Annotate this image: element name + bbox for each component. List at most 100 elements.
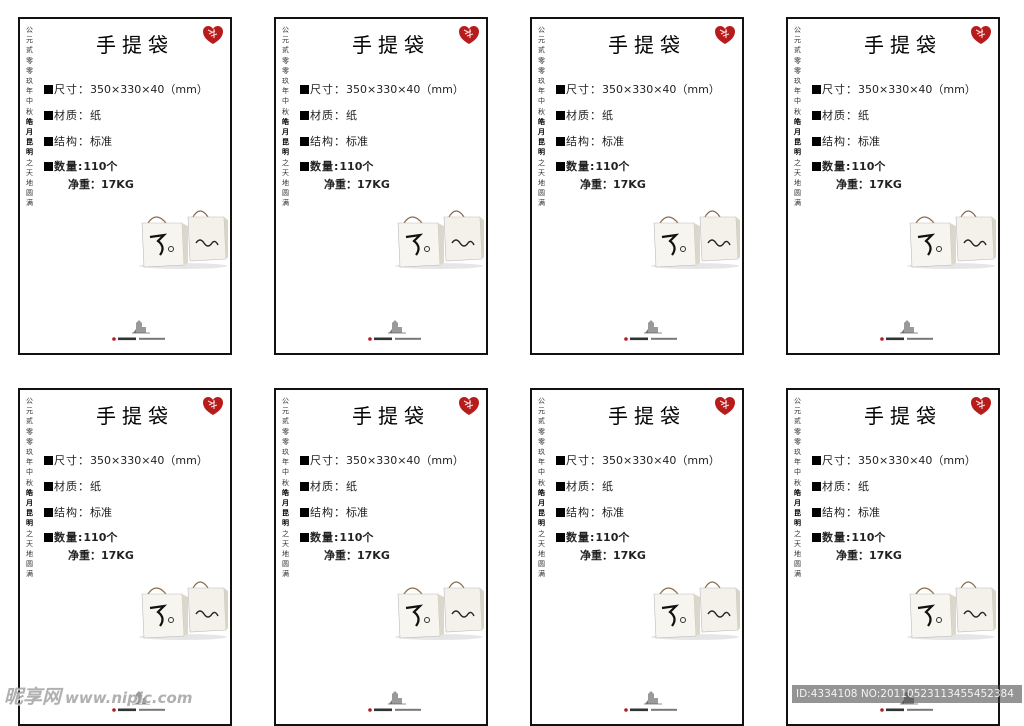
bullet-square-icon: [812, 482, 821, 491]
bullet-square-icon: [44, 456, 53, 465]
vertical-caption-bold: 皓月昆明: [538, 487, 545, 528]
bullet-square-icon: [300, 456, 309, 465]
spec-material: 材质：纸: [44, 478, 101, 494]
vertical-caption-2: 之天地圆满: [26, 529, 33, 579]
spec-size: 尺寸：350×330×40（mm）: [812, 81, 976, 97]
watermark-id: ID:4334108 NO:20110523113455452384: [792, 685, 1022, 703]
bullet-square-icon: [300, 111, 309, 120]
vertical-caption-2: 之天地圆满: [282, 158, 289, 208]
spec-weight: 净重：17KG: [324, 178, 390, 191]
spec-quantity: 数量:110个: [300, 158, 373, 174]
spec-weight: 净重：17KG: [68, 178, 134, 191]
card-title: 手提袋: [352, 404, 430, 428]
card-title: 手提袋: [352, 33, 430, 57]
vertical-caption: 公元贰零零玖年中秋皓月昆明之天地圆满: [282, 396, 292, 580]
hotel-logo-icon: [880, 320, 933, 341]
spec-size: 尺寸：350×330×40（mm）: [812, 452, 976, 468]
spec-quantity: 数量:110个: [556, 158, 629, 174]
vertical-caption-2: 之天地圆满: [26, 158, 33, 208]
spec-material: 材质：纸: [300, 107, 357, 123]
vertical-caption: 公元贰零零玖年中秋皓月昆明之天地圆满: [794, 396, 804, 580]
vertical-caption: 公元贰零零玖年中秋皓月昆明之天地圆满: [26, 25, 36, 209]
spec-structure: 结构：标准: [44, 133, 112, 149]
bullet-square-icon: [44, 533, 53, 542]
vertical-caption-bold: 皓月昆明: [26, 116, 33, 157]
vertical-caption-bold: 皓月昆明: [538, 116, 545, 157]
hotel-logo-icon: [624, 691, 677, 712]
hotel-logo-icon: [368, 320, 421, 341]
bullet-square-icon: [300, 508, 309, 517]
bullet-square-icon: [556, 456, 565, 465]
spec-structure: 结构：标准: [812, 133, 880, 149]
bullet-square-icon: [812, 533, 821, 542]
spec-structure: 结构：标准: [300, 504, 368, 520]
vertical-caption-1: 公元贰零零玖年中秋: [794, 26, 801, 116]
spec-card-4: 公元贰零零玖年中秋皓月昆明之天地圆满 手提袋 尺寸：350×330×40（mm）…: [786, 17, 1000, 355]
bullet-square-icon: [556, 162, 565, 171]
spec-size: 尺寸：350×330×40（mm）: [44, 452, 208, 468]
vertical-caption: 公元贰零零玖年中秋皓月昆明之天地圆满: [538, 396, 548, 580]
vertical-caption-1: 公元贰零零玖年中秋: [26, 26, 33, 116]
bullet-square-icon: [812, 456, 821, 465]
vertical-caption-1: 公元贰零零玖年中秋: [538, 26, 545, 116]
vertical-caption-1: 公元贰零零玖年中秋: [794, 397, 801, 487]
bullet-square-icon: [44, 137, 53, 146]
spec-material: 材质：纸: [44, 107, 101, 123]
bullet-square-icon: [44, 111, 53, 120]
spec-weight: 净重：17KG: [580, 178, 646, 191]
bullet-square-icon: [556, 508, 565, 517]
spec-structure: 结构：标准: [812, 504, 880, 520]
spec-card-6: 公元贰零零玖年中秋皓月昆明之天地圆满 手提袋 尺寸：350×330×40（mm）…: [274, 388, 488, 726]
card-title: 手提袋: [608, 404, 686, 428]
gift-bag-pair-image: [395, 210, 484, 269]
vertical-caption-bold: 皓月昆明: [794, 487, 801, 528]
spec-quantity: 数量:110个: [812, 158, 885, 174]
bullet-square-icon: [300, 533, 309, 542]
card-title: 手提袋: [864, 33, 942, 57]
bullet-square-icon: [556, 111, 565, 120]
bullet-square-icon: [44, 482, 53, 491]
bullet-square-icon: [812, 137, 821, 146]
vertical-caption-bold: 皓月昆明: [794, 116, 801, 157]
card-title: 手提袋: [96, 33, 174, 57]
spec-card-7: 公元贰零零玖年中秋皓月昆明之天地圆满 手提袋 尺寸：350×330×40（mm）…: [530, 388, 744, 726]
red-seal-icon: [971, 26, 991, 44]
bullet-square-icon: [300, 482, 309, 491]
bullet-square-icon: [300, 162, 309, 171]
spec-structure: 结构：标准: [300, 133, 368, 149]
card-title: 手提袋: [96, 404, 174, 428]
spec-card-3: 公元贰零零玖年中秋皓月昆明之天地圆满 手提袋 尺寸：350×330×40（mm）…: [530, 17, 744, 355]
red-seal-icon: [715, 26, 735, 44]
spec-size: 尺寸：350×330×40（mm）: [556, 452, 720, 468]
vertical-caption-2: 之天地圆满: [538, 158, 545, 208]
vertical-caption-1: 公元贰零零玖年中秋: [26, 397, 33, 487]
red-seal-icon: [971, 397, 991, 415]
bullet-square-icon: [44, 85, 53, 94]
gift-bag-pair-image: [907, 581, 996, 640]
spec-material: 材质：纸: [300, 478, 357, 494]
spec-weight: 净重：17KG: [324, 549, 390, 562]
spec-material: 材质：纸: [812, 478, 869, 494]
vertical-caption-2: 之天地圆满: [794, 529, 801, 579]
spec-card-5: 公元贰零零玖年中秋皓月昆明之天地圆满 手提袋 尺寸：350×330×40（mm）…: [18, 388, 232, 726]
spec-card-1: 公元贰零零玖年中秋皓月昆明之天地圆满 手提袋 尺寸：350×330×40（mm）…: [18, 17, 232, 355]
bullet-square-icon: [556, 533, 565, 542]
gift-bag-pair-image: [395, 581, 484, 640]
vertical-caption-2: 之天地圆满: [794, 158, 801, 208]
vertical-caption-2: 之天地圆满: [282, 529, 289, 579]
spec-quantity: 数量:110个: [812, 529, 885, 545]
red-seal-icon: [459, 397, 479, 415]
gift-bag-pair-image: [907, 210, 996, 269]
spec-quantity: 数量:110个: [300, 529, 373, 545]
hotel-logo-icon: [112, 320, 165, 341]
vertical-caption-2: 之天地圆满: [538, 529, 545, 579]
red-seal-icon: [715, 397, 735, 415]
bullet-square-icon: [300, 137, 309, 146]
spec-material: 材质：纸: [556, 107, 613, 123]
card-title: 手提袋: [864, 404, 942, 428]
red-seal-icon: [459, 26, 479, 44]
spec-card-2: 公元贰零零玖年中秋皓月昆明之天地圆满 手提袋 尺寸：350×330×40（mm）…: [274, 17, 488, 355]
vertical-caption: 公元贰零零玖年中秋皓月昆明之天地圆满: [794, 25, 804, 209]
vertical-caption-bold: 皓月昆明: [26, 487, 33, 528]
bullet-square-icon: [812, 111, 821, 120]
